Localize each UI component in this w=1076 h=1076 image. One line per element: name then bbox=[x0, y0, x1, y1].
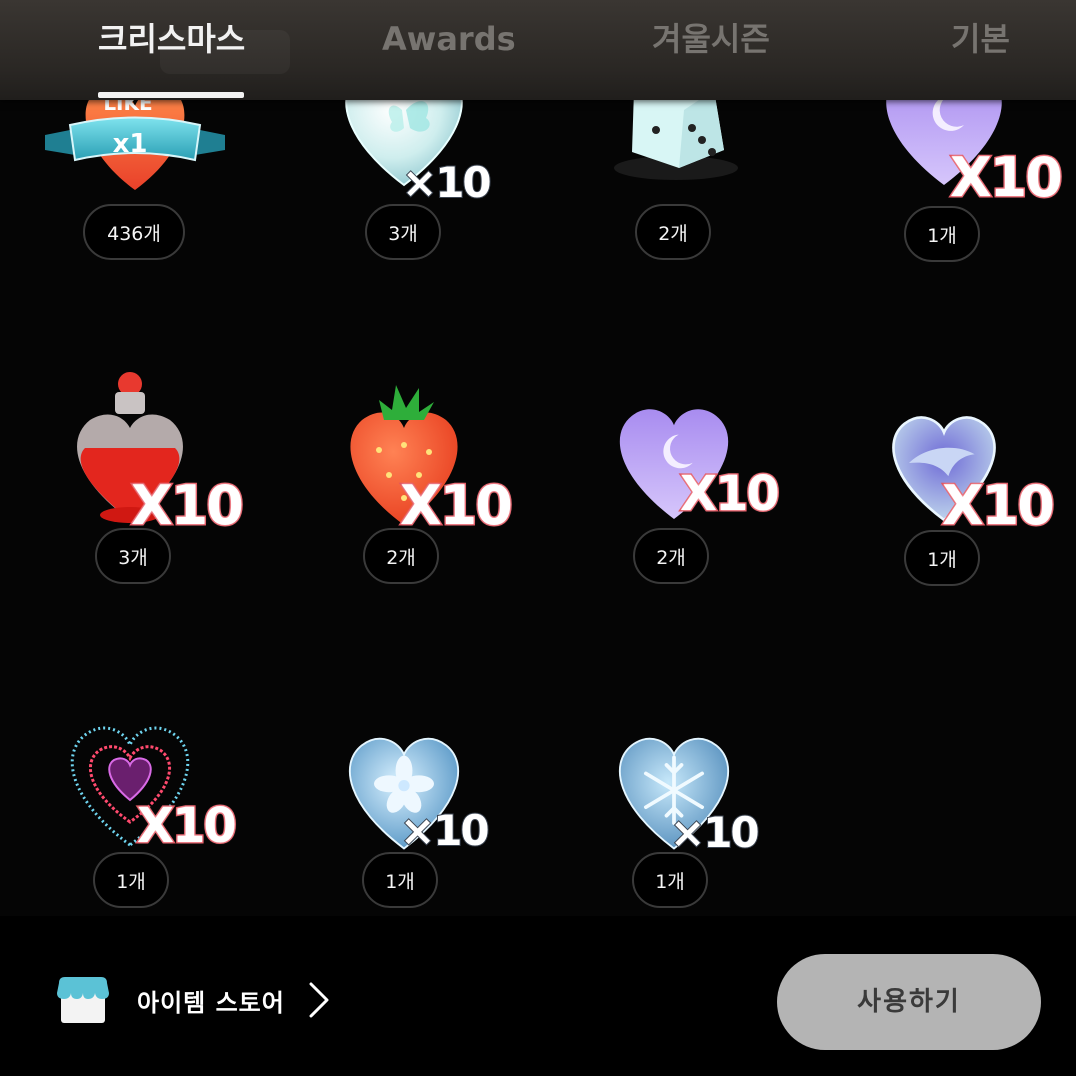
item-count: 436개 bbox=[83, 204, 185, 260]
tab-awards[interactable]: Awards bbox=[382, 14, 516, 64]
store-icon bbox=[57, 977, 109, 1023]
item-multiplier: X10 bbox=[679, 465, 782, 524]
item-purple-moon-heart[interactable]: X10 2개 bbox=[544, 370, 804, 670]
tab-christmas[interactable]: 크리스마스 bbox=[98, 14, 245, 64]
item-count: 1개 bbox=[632, 852, 708, 908]
item-multiplier: ×10 bbox=[401, 157, 493, 208]
item-store-label: 아이템 스토어 bbox=[137, 988, 285, 1017]
item-count: 1개 bbox=[362, 852, 438, 908]
item-multiplier: X10 bbox=[949, 145, 1065, 211]
item-dolphin-bubble-heart[interactable]: X10 1개 bbox=[814, 370, 1074, 670]
item-count: 3개 bbox=[365, 204, 441, 260]
item-multiplier: X10 bbox=[136, 797, 239, 856]
item-count: 1개 bbox=[904, 530, 980, 586]
item-count: 1개 bbox=[93, 852, 169, 908]
item-multiplier: ×10 bbox=[399, 805, 491, 856]
item-multiplier: X10 bbox=[941, 473, 1057, 539]
item-ice-flower-heart[interactable]: ×10 1개 bbox=[274, 700, 534, 916]
like-heart-icon: LIKE x1 bbox=[45, 87, 225, 190]
tab-winter-season[interactable]: 겨울시즌 bbox=[652, 14, 770, 64]
active-tab-indicator bbox=[98, 92, 244, 98]
item-store-link[interactable]: 아이템 스토어 bbox=[55, 974, 331, 1026]
item-count: 2개 bbox=[633, 528, 709, 584]
item-sparkle-neon-heart[interactable]: X10 1개 bbox=[5, 700, 265, 916]
item-count: 2개 bbox=[363, 528, 439, 584]
tab-basic[interactable]: 기본 bbox=[951, 14, 1010, 64]
item-multiplier: ×10 bbox=[669, 807, 761, 858]
item-count: 2개 bbox=[635, 204, 711, 260]
item-dice[interactable]: 2개 bbox=[544, 60, 804, 360]
item-strawberry-heart[interactable]: X10 2개 bbox=[274, 370, 534, 670]
item-purple-moon-heart[interactable]: X10 1개 bbox=[814, 60, 1074, 360]
item-butterfly-crystal-heart[interactable]: ×10 3개 bbox=[274, 60, 534, 360]
item-snowflake-ice-heart[interactable]: ×10 1개 bbox=[544, 700, 804, 916]
item-multiplier: X10 bbox=[399, 473, 515, 539]
item-grid: LIKE x1 436개 ×10 3개 2개 X10 1개 X10 3개 X10… bbox=[0, 0, 1076, 916]
item-love-potion-bottle[interactable]: X10 3개 bbox=[5, 370, 265, 670]
item-count: 1개 bbox=[904, 206, 980, 262]
item-count: 3개 bbox=[95, 528, 171, 584]
category-tab-bar: 크리스마스 Awards 겨울시즌 기본 bbox=[0, 0, 1076, 100]
use-button[interactable]: 사용하기 bbox=[777, 954, 1041, 1050]
item-like-ribbon-heart[interactable]: LIKE x1 436개 bbox=[5, 60, 265, 360]
like-heart-sublabel: x1 bbox=[113, 129, 148, 159]
chevron-right-icon bbox=[309, 982, 329, 1018]
